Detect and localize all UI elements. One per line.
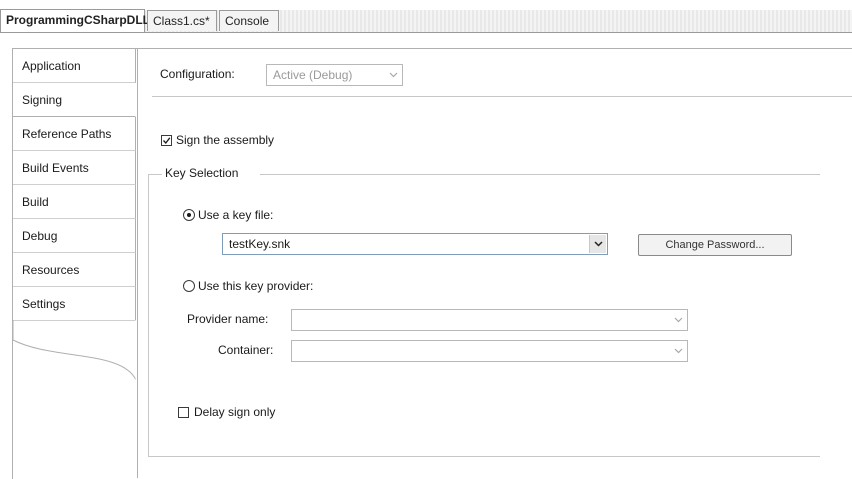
- key-file-value: testKey.snk: [229, 237, 291, 251]
- checkmark-icon: [163, 137, 171, 145]
- sidebar-item-label: Build Events: [22, 161, 89, 175]
- provider-name-dropdown[interactable]: [291, 309, 688, 331]
- sidebar-item-label: Application: [22, 59, 81, 73]
- sidebar-item-build-events[interactable]: Build Events: [13, 151, 136, 185]
- delay-sign-checkbox[interactable]: [178, 407, 189, 418]
- sidebar-item-label: Debug: [22, 229, 58, 243]
- chevron-down-icon: [385, 66, 401, 84]
- chevron-down-icon: [589, 235, 606, 253]
- sidebar-item-signing[interactable]: Signing: [13, 83, 136, 117]
- change-password-button[interactable]: Change Password...: [638, 234, 792, 256]
- tab-label: ProgrammingCSharpDLL: [6, 13, 151, 27]
- sidebar-item-resources[interactable]: Resources: [13, 253, 136, 287]
- configuration-dropdown[interactable]: Active (Debug): [266, 64, 403, 86]
- configuration-label: Configuration:: [160, 67, 235, 81]
- tab-label: Class1.cs*: [153, 14, 210, 28]
- sidebar-item-label: Build: [22, 195, 49, 209]
- document-tab-strip: ProgrammingCSharpDLL Class1.cs* Console: [0, 0, 852, 34]
- change-password-label: Change Password...: [665, 239, 765, 251]
- use-key-provider-label: Use this key provider:: [198, 279, 314, 293]
- container-label: Container:: [218, 343, 274, 357]
- sidebar-item-label: Reference Paths: [22, 127, 112, 141]
- use-key-file-radio[interactable]: [183, 209, 195, 221]
- configuration-value: Active (Debug): [273, 68, 353, 82]
- group-border-corner: [148, 174, 160, 175]
- key-selection-title: Key Selection: [162, 166, 242, 180]
- property-sidebar: Application Signing Reference Paths Buil…: [13, 49, 136, 321]
- tab-programmingcsharpdll[interactable]: ProgrammingCSharpDLL: [0, 9, 150, 32]
- sidebar-item-debug[interactable]: Debug: [13, 219, 136, 253]
- sidebar-tab-curve: [12, 320, 137, 380]
- sidebar-item-build[interactable]: Build: [13, 185, 136, 219]
- container-dropdown[interactable]: [291, 340, 688, 362]
- sidebar-item-application[interactable]: Application: [13, 49, 136, 83]
- tab-label: Console: [225, 14, 270, 28]
- key-file-dropdown[interactable]: testKey.snk: [222, 233, 608, 255]
- tab-console[interactable]: Console: [219, 10, 279, 31]
- sidebar-item-label: Signing: [22, 93, 63, 107]
- delay-sign-label: Delay sign only: [194, 405, 276, 419]
- sign-assembly-label: Sign the assembly: [176, 133, 275, 147]
- use-key-provider-radio[interactable]: [183, 280, 195, 292]
- provider-name-label: Provider name:: [187, 312, 269, 326]
- group-border-bottom: [148, 456, 820, 457]
- sign-assembly-checkbox[interactable]: [161, 135, 172, 146]
- group-border-left: [148, 174, 149, 456]
- sidebar-item-label: Resources: [22, 263, 80, 277]
- use-key-file-label: Use a key file:: [198, 208, 274, 222]
- sidebar-item-label: Settings: [22, 297, 66, 311]
- chevron-down-icon: [670, 342, 686, 360]
- tab-class1-cs[interactable]: Class1.cs*: [147, 10, 217, 31]
- sidebar-item-settings[interactable]: Settings: [13, 287, 136, 321]
- radio-selected-dot: [187, 213, 191, 217]
- divider: [152, 96, 852, 97]
- chevron-down-icon: [670, 311, 686, 329]
- sidebar-item-reference-paths[interactable]: Reference Paths: [13, 117, 136, 151]
- group-border-top: [260, 174, 820, 175]
